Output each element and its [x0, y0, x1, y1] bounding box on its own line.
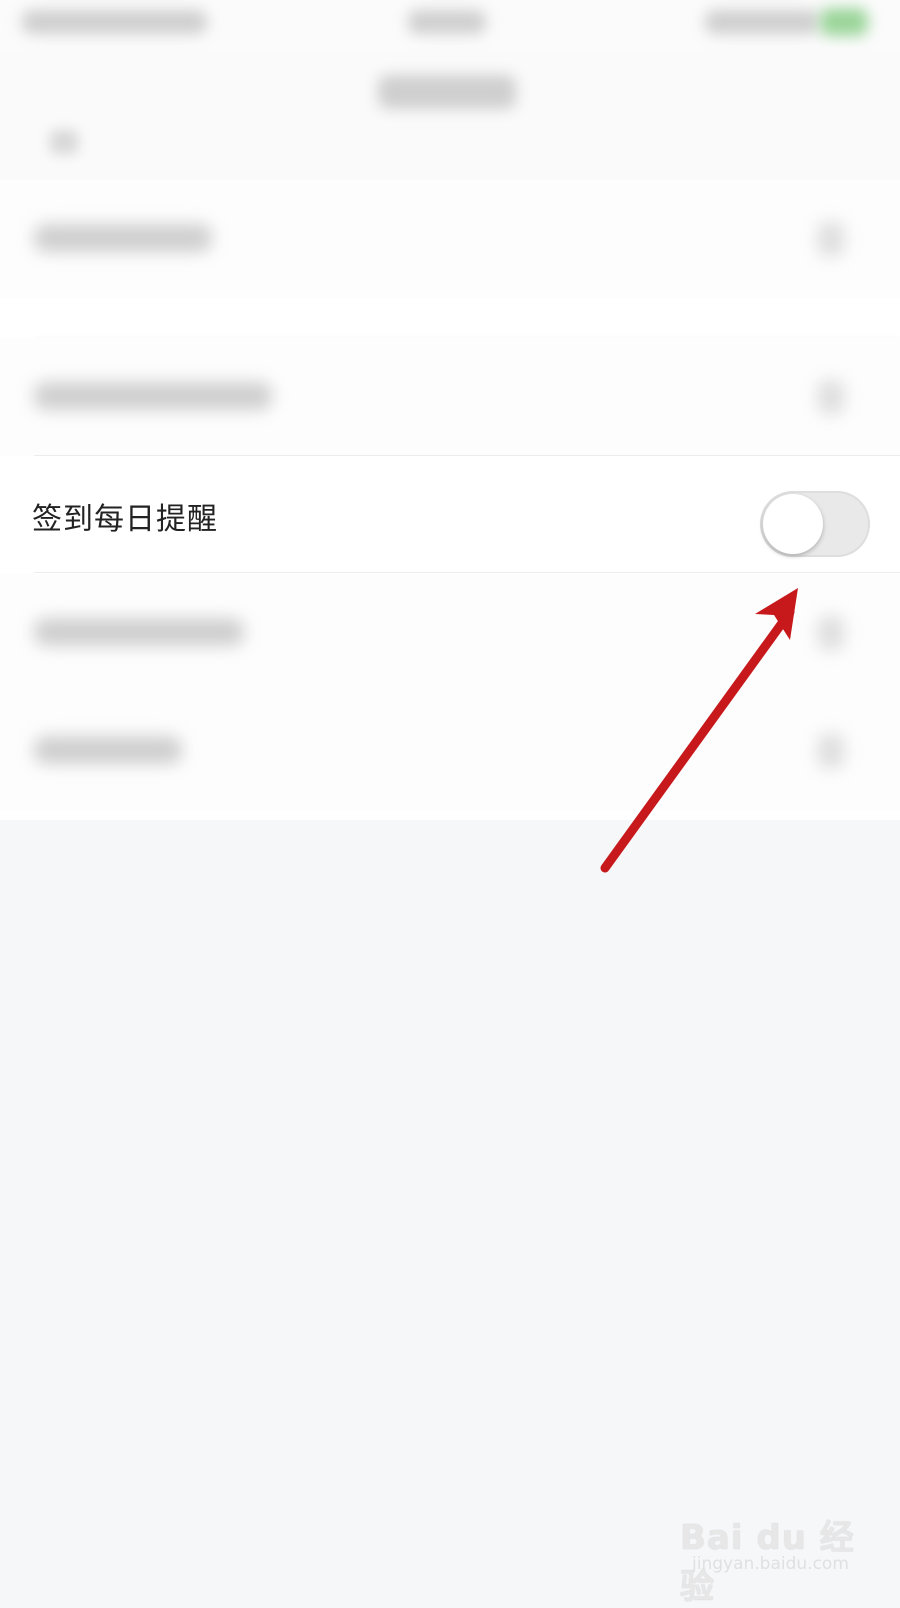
- status-bar: [0, 0, 900, 50]
- settings-row-2-label-blurred: [34, 382, 272, 410]
- screen: 签到每日提醒 Bai du 经验 jingyan.baidu.com: [0, 0, 900, 1607]
- status-bar-time-blurred: [408, 10, 486, 34]
- status-bar-carrier-blurred: [22, 10, 207, 34]
- toggle-knob[interactable]: [763, 494, 823, 554]
- settings-row-4[interactable]: [0, 574, 900, 692]
- back-arrow-icon[interactable]: [50, 130, 78, 154]
- navigation-bar: [0, 50, 900, 180]
- divider: [34, 572, 900, 573]
- daily-reminder-label: 签到每日提醒: [32, 502, 218, 537]
- page-title-blurred: [378, 75, 516, 109]
- chevron-right-icon: [818, 616, 844, 650]
- status-bar-icons-blurred: [705, 10, 820, 34]
- chevron-right-icon: [818, 222, 844, 256]
- settings-row-4-label-blurred: [34, 618, 244, 646]
- settings-row-1[interactable]: [0, 180, 900, 298]
- watermark-url: jingyan.baidu.com: [692, 1554, 849, 1574]
- chevron-right-icon: [818, 380, 844, 414]
- settings-row-1-label-blurred: [34, 224, 212, 252]
- battery-icon: [820, 8, 868, 36]
- daily-reminder-toggle[interactable]: [760, 491, 870, 557]
- baidu-jingyan-watermark: Bai du 经验 jingyan.baidu.com: [680, 1490, 880, 1607]
- settings-row-5-label-blurred: [34, 736, 182, 764]
- settings-row-5[interactable]: [0, 692, 900, 810]
- settings-row-2[interactable]: [0, 338, 900, 456]
- chevron-right-icon: [818, 734, 844, 768]
